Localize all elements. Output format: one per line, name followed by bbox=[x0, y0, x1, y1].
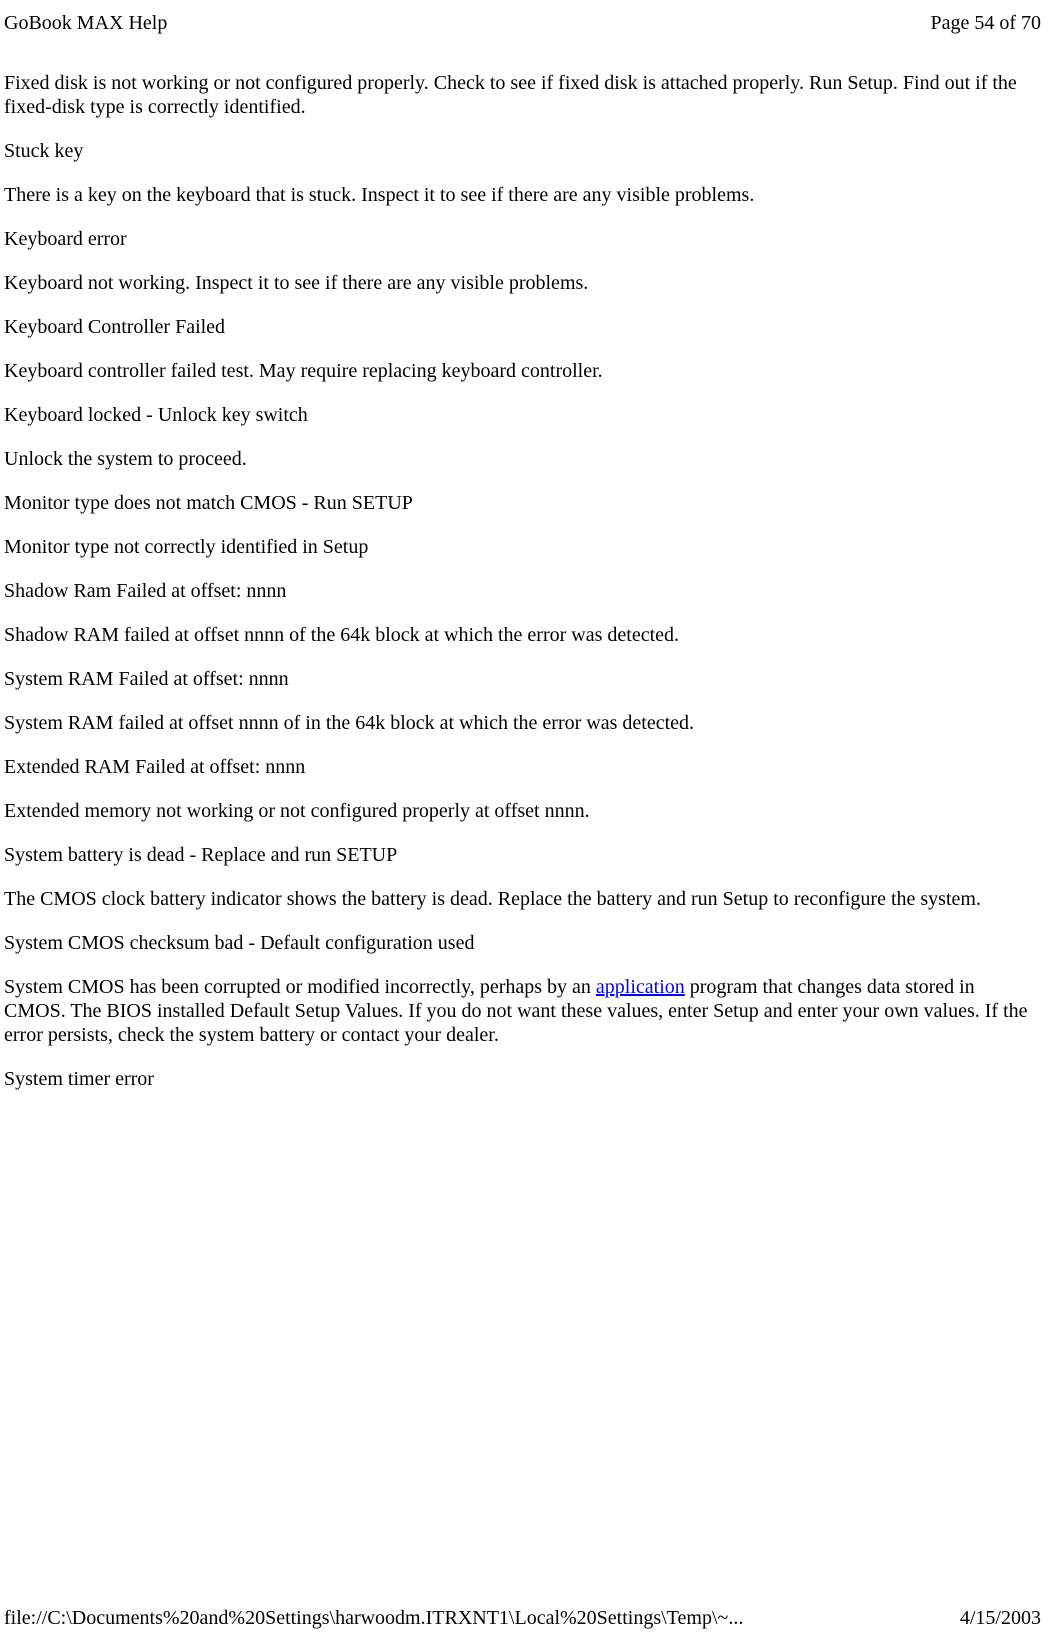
paragraph: Stuck key bbox=[4, 139, 1041, 163]
paragraph: Keyboard Controller Failed bbox=[4, 315, 1041, 339]
paragraph: There is a key on the keyboard that is s… bbox=[4, 183, 1041, 207]
paragraph: Monitor type not correctly identified in… bbox=[4, 535, 1041, 559]
paragraph: System CMOS checksum bad - Default confi… bbox=[4, 931, 1041, 955]
header-title: GoBook MAX Help bbox=[4, 12, 167, 35]
paragraph: Extended memory not working or not confi… bbox=[4, 799, 1041, 823]
paragraph: Shadow Ram Failed at offset: nnnn bbox=[4, 579, 1041, 603]
paragraph: System RAM Failed at offset: nnnn bbox=[4, 667, 1041, 691]
page-content: Fixed disk is not working or not configu… bbox=[0, 41, 1049, 1091]
paragraph: System CMOS has been corrupted or modifi… bbox=[4, 975, 1041, 1047]
footer-path: file://C:\Documents%20and%20Settings\har… bbox=[4, 1607, 743, 1630]
paragraph: Keyboard controller failed test. May req… bbox=[4, 359, 1041, 383]
page-header: GoBook MAX Help Page 54 of 70 bbox=[0, 0, 1049, 41]
page-footer: file://C:\Documents%20and%20Settings\har… bbox=[4, 1607, 1041, 1630]
paragraph: Extended RAM Failed at offset: nnnn bbox=[4, 755, 1041, 779]
page-container: GoBook MAX Help Page 54 of 70 Fixed disk… bbox=[0, 0, 1049, 1642]
application-link[interactable]: application bbox=[596, 976, 685, 998]
footer-date: 4/15/2003 bbox=[960, 1607, 1041, 1630]
paragraph: System timer error bbox=[4, 1067, 1041, 1091]
text-before-link: System CMOS has been corrupted or modifi… bbox=[4, 976, 596, 998]
paragraph: Keyboard locked - Unlock key switch bbox=[4, 403, 1041, 427]
paragraph: System RAM failed at offset nnnn of in t… bbox=[4, 711, 1041, 735]
paragraph: Shadow RAM failed at offset nnnn of the … bbox=[4, 623, 1041, 647]
paragraph: The CMOS clock battery indicator shows t… bbox=[4, 887, 1041, 911]
paragraph: Keyboard not working. Inspect it to see … bbox=[4, 271, 1041, 295]
paragraph: Fixed disk is not working or not configu… bbox=[4, 71, 1041, 119]
paragraph: Keyboard error bbox=[4, 227, 1041, 251]
paragraph: Monitor type does not match CMOS - Run S… bbox=[4, 491, 1041, 515]
paragraph: System battery is dead - Replace and run… bbox=[4, 843, 1041, 867]
header-page-indicator: Page 54 of 70 bbox=[930, 12, 1041, 35]
paragraph: Unlock the system to proceed. bbox=[4, 447, 1041, 471]
